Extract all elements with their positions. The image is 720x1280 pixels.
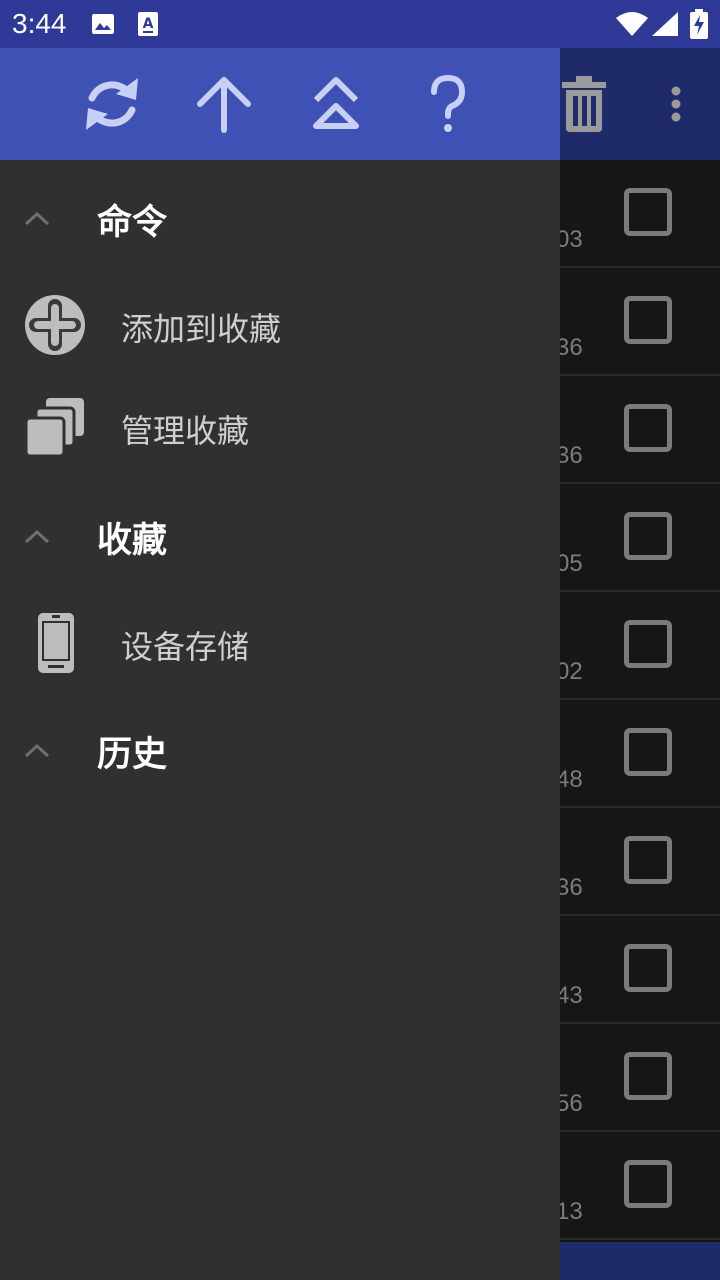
chevron-up-icon[interactable] xyxy=(22,208,52,228)
row-checkbox[interactable] xyxy=(624,512,672,560)
row-value: 36 xyxy=(556,442,583,469)
row-checkbox[interactable] xyxy=(624,296,672,344)
drawer-toolbar xyxy=(0,48,560,160)
row-value: 03 xyxy=(556,226,583,253)
row-value: 48 xyxy=(556,766,583,793)
drawer-item-device-storage[interactable]: 设备存储 xyxy=(121,622,249,668)
row-checkbox[interactable] xyxy=(624,1052,672,1100)
row-checkbox[interactable] xyxy=(624,404,672,452)
section-title-history[interactable]: 历史 xyxy=(97,726,167,777)
copy-stack-icon xyxy=(24,396,86,462)
row-value: 36 xyxy=(556,874,583,901)
row-checkbox[interactable] xyxy=(624,188,672,236)
row-checkbox[interactable] xyxy=(624,620,672,668)
double-chevron-up-icon[interactable] xyxy=(304,72,368,136)
row-checkbox[interactable] xyxy=(624,836,672,884)
chevron-up-icon[interactable] xyxy=(22,740,52,760)
drawer-item-manage-favorites[interactable]: 管理收藏 xyxy=(121,406,249,452)
phone-icon xyxy=(36,612,76,678)
row-value: 02 xyxy=(556,658,583,685)
row-value: 56 xyxy=(556,1090,583,1117)
row-value: 36 xyxy=(556,334,583,361)
section-title-favorites[interactable]: 收藏 xyxy=(97,512,167,563)
signal-icon xyxy=(652,12,678,40)
navigation-drawer: 命令 添加到收藏 管理收藏 收藏 设备存储 历史 xyxy=(0,48,560,1280)
drawer-item-add-favorite[interactable]: 添加到收藏 xyxy=(121,304,281,350)
wifi-icon xyxy=(616,12,648,40)
status-time: 3:44 xyxy=(12,8,67,39)
image-icon xyxy=(91,12,115,40)
svg-text:A: A xyxy=(143,16,154,32)
chevron-up-icon[interactable] xyxy=(22,526,52,546)
row-value: 13 xyxy=(556,1198,583,1225)
section-title-commands[interactable]: 命令 xyxy=(97,194,167,245)
arrow-up-icon[interactable] xyxy=(192,72,256,136)
row-value: 05 xyxy=(556,550,583,577)
add-circle-icon xyxy=(24,294,86,360)
battery-charging-icon xyxy=(690,9,708,43)
refresh-icon[interactable] xyxy=(80,72,144,136)
trash-icon[interactable] xyxy=(560,76,608,136)
row-value: 43 xyxy=(556,982,583,1009)
row-checkbox[interactable] xyxy=(624,944,672,992)
row-checkbox[interactable] xyxy=(624,1160,672,1208)
a-keyboard-icon: A xyxy=(137,11,159,41)
help-icon[interactable] xyxy=(416,72,480,136)
row-checkbox[interactable] xyxy=(624,728,672,776)
status-bar: 3:44 A xyxy=(0,0,720,48)
more-vert-icon[interactable] xyxy=(670,86,682,126)
